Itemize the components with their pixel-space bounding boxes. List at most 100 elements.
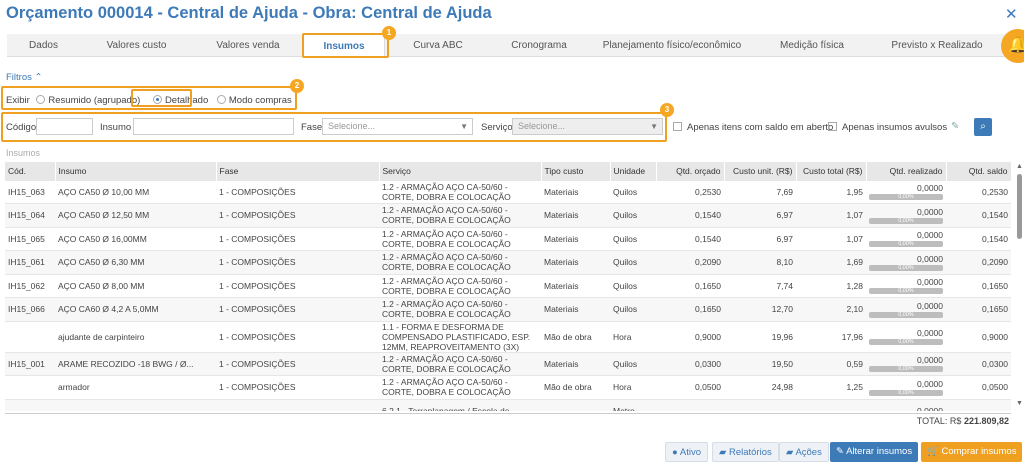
- col-header-fase[interactable]: Fase: [216, 162, 380, 180]
- cell-custo-unit: 19,96: [724, 320, 796, 352]
- tab-cronograma[interactable]: Cronograma: [491, 34, 587, 57]
- alterar-insumos-label: Alterar insumos: [846, 446, 913, 457]
- cell-qtd-saldo: 0,2090: [946, 250, 1011, 274]
- col-header-insumo[interactable]: Insumo: [55, 162, 217, 180]
- table-row[interactable]: IH15_063 AÇO CA50 Ø 10,00 MM 1 - COMPOSIÇÕ…: [5, 179, 1011, 204]
- col-header-cod[interactable]: Cód.: [5, 162, 56, 180]
- tab-valores-venda[interactable]: Valores venda: [193, 34, 303, 57]
- cell-insumo: AÇO CA50 Ø 8,00 MM: [55, 273, 216, 298]
- cell-qtd-realizado: 0,0000 0,00%: [866, 203, 946, 227]
- cell-qtd-saldo: 0,0500: [946, 375, 1011, 399]
- cell-servico: 1.2 - ARMAÇÃO AÇO CA-50/60 - CORTE, DOBR…: [379, 273, 541, 298]
- qtd-realizado-value: 0,0000: [917, 277, 943, 288]
- report-icon: ▰: [719, 447, 727, 458]
- insumo-input[interactable]: [133, 118, 294, 135]
- col-header-servico[interactable]: Serviço: [379, 162, 542, 180]
- col-header-tipo-custo[interactable]: Tipo custo: [541, 162, 611, 180]
- tab-curva-abc[interactable]: Curva ABC: [385, 34, 491, 57]
- col-header-custo-unit[interactable]: Custo unit. (R$): [724, 162, 797, 180]
- table-row[interactable]: IH15_061 AÇO CA50 Ø 6,30 MM 1 - COMPOSIÇÕE…: [5, 250, 1011, 274]
- tab-previsto-realizado[interactable]: Previsto x Realizado: [867, 34, 1007, 57]
- cell-servico: 1.2 - ARMAÇÃO AÇO CA-50/60 - CORTE, DOBR…: [379, 203, 541, 227]
- cell-custo-total: 1,69: [796, 250, 866, 274]
- col-header-qtd-orcado[interactable]: Qtd. orçado: [656, 162, 725, 180]
- avulsos-checkbox-row[interactable]: Apenas insumos avulsos: [828, 122, 947, 133]
- relatorios-button[interactable]: ▰ Relatórios: [712, 442, 779, 462]
- table-row[interactable]: IH15_065 AÇO CA50 Ø 16,00MM 1 - COMPOSIÇÕE…: [5, 226, 1011, 251]
- cell-qtd-saldo: 0,1650: [946, 297, 1011, 321]
- qtd-realizado-value: 0,0000: [917, 230, 943, 241]
- cell-qtd-realizado: 0,0000 0,00%: [866, 226, 946, 251]
- filters-toggle-label: Filtros: [6, 72, 32, 83]
- cell-servico: 1.2 - ARMAÇÃO AÇO CA-50/60 - CORTE, DOBR…: [379, 250, 541, 274]
- scroll-thumb[interactable]: [1017, 174, 1022, 239]
- ativo-button[interactable]: ● Ativo: [665, 442, 708, 462]
- cell-qtd-realizado: 0,0000 0,00%: [866, 375, 946, 399]
- col-header-custo-total[interactable]: Custo total (R$): [796, 162, 867, 180]
- qtd-realizado-value: 0,0000: [917, 355, 943, 366]
- avulsos-checkbox[interactable]: [828, 122, 837, 131]
- close-icon[interactable]: ✕: [1005, 5, 1018, 23]
- cell-insumo: [55, 398, 216, 411]
- cell-insumo: AÇO CA50 Ø 10,00 MM: [55, 179, 216, 204]
- table-scrollbar[interactable]: ▲ ▼: [1014, 162, 1024, 411]
- filters-toggle[interactable]: Filtros ⌃: [6, 72, 42, 83]
- cell-custo-total: 2,10: [796, 297, 866, 321]
- table-row[interactable]: 6.2.1 - Terraplanagem / Escola de Metro 0,…: [5, 398, 1011, 411]
- cell-fase: 1 - COMPOSIÇÕES: [216, 320, 379, 352]
- comprar-insumos-button[interactable]: 🛒 Comprar insumos: [921, 442, 1023, 462]
- cell-fase: 1 - COMPOSIÇÕES: [216, 179, 379, 204]
- cell-tipo-custo: Materiais: [541, 250, 610, 274]
- alterar-insumos-button[interactable]: ✎ Alterar insumos: [830, 442, 919, 462]
- cell-qtd-orcado: [656, 398, 724, 411]
- cell-cod: IH15_065: [5, 226, 55, 251]
- cell-unidade: Quilos: [610, 250, 656, 274]
- tab-medicao-fisica[interactable]: Medição física: [757, 34, 867, 57]
- scroll-down-icon[interactable]: ▼: [1016, 400, 1023, 407]
- cell-tipo-custo: Materiais: [541, 273, 610, 298]
- col-header-qtd-realizado[interactable]: Qtd. realizado: [866, 162, 947, 180]
- table-row[interactable]: IH15_001 ARAME RECOZIDO -18 BWG / Ø... 1 -…: [5, 351, 1011, 376]
- acoes-button[interactable]: ▰ Ações: [779, 442, 829, 462]
- cell-custo-unit: 12,70: [724, 297, 796, 321]
- fase-select[interactable]: Selecione... ▼: [322, 118, 473, 135]
- bell-icon[interactable]: 🔔: [1001, 29, 1024, 63]
- table-row[interactable]: IH15_062 AÇO CA50 Ø 8,00 MM 1 - COMPOSIÇÕE…: [5, 273, 1011, 298]
- cell-custo-unit: 19,50: [724, 351, 796, 376]
- table-row[interactable]: IH15_064 AÇO CA50 Ø 12,50 MM 1 - COMPOSIÇÕ…: [5, 203, 1011, 227]
- col-header-unidade[interactable]: Unidade: [610, 162, 657, 180]
- eraser-icon[interactable]: ✎: [951, 121, 959, 132]
- cell-custo-unit: 8,10: [724, 250, 796, 274]
- cell-qtd-orcado: 0,1650: [656, 273, 724, 298]
- table-row[interactable]: armador 1 - COMPOSIÇÕES 1.2 - ARMAÇÃO AÇO …: [5, 375, 1011, 399]
- codigo-input[interactable]: [36, 118, 93, 135]
- cell-custo-unit: 7,69: [724, 179, 796, 204]
- search-button[interactable]: ⌕: [974, 118, 992, 136]
- table-row[interactable]: IH15_066 AÇO CA60 Ø 4,2 A 5,0MM 1 - COMPOS…: [5, 297, 1011, 321]
- progress-bar: 0,00%: [869, 339, 943, 345]
- scroll-up-icon[interactable]: ▲: [1016, 163, 1023, 170]
- window-title: Orçamento 000014 - Central de Ajuda - Ob…: [6, 4, 492, 22]
- cell-custo-unit: 6,97: [724, 203, 796, 227]
- saldo-aberto-checkbox-row[interactable]: Apenas itens com saldo em aberto: [673, 122, 833, 133]
- tab-planejamento[interactable]: Planejamento físico/econômico: [587, 34, 757, 57]
- col-header-qtd-saldo[interactable]: Qtd. saldo: [946, 162, 1011, 180]
- circle-icon: ●: [672, 447, 678, 458]
- caret-down-icon: ▼: [460, 122, 468, 131]
- tab-dados[interactable]: Dados: [7, 34, 80, 57]
- cell-fase: [216, 398, 379, 411]
- cell-insumo: armador: [55, 375, 216, 399]
- tab-bar: Dados Valores custo Valores venda Insumo…: [7, 34, 1012, 57]
- cell-fase: 1 - COMPOSIÇÕES: [216, 375, 379, 399]
- tab-valores-custo[interactable]: Valores custo: [80, 34, 193, 57]
- table-row[interactable]: ajudante de carpinteiro 1 - COMPOSIÇÕES 1.…: [5, 320, 1011, 352]
- callout-box-1: [302, 33, 389, 58]
- servico-label: Serviço: [481, 122, 513, 133]
- cell-cod: IH15_001: [5, 351, 55, 376]
- cell-custo-unit: 7,74: [724, 273, 796, 298]
- servico-select[interactable]: Selecione... ▼: [512, 118, 663, 135]
- cell-qtd-orcado: 0,1540: [656, 226, 724, 251]
- cell-qtd-realizado: 0,0000 0,00%: [866, 273, 946, 298]
- saldo-aberto-checkbox[interactable]: [673, 122, 682, 131]
- codigo-label: Código: [6, 122, 37, 133]
